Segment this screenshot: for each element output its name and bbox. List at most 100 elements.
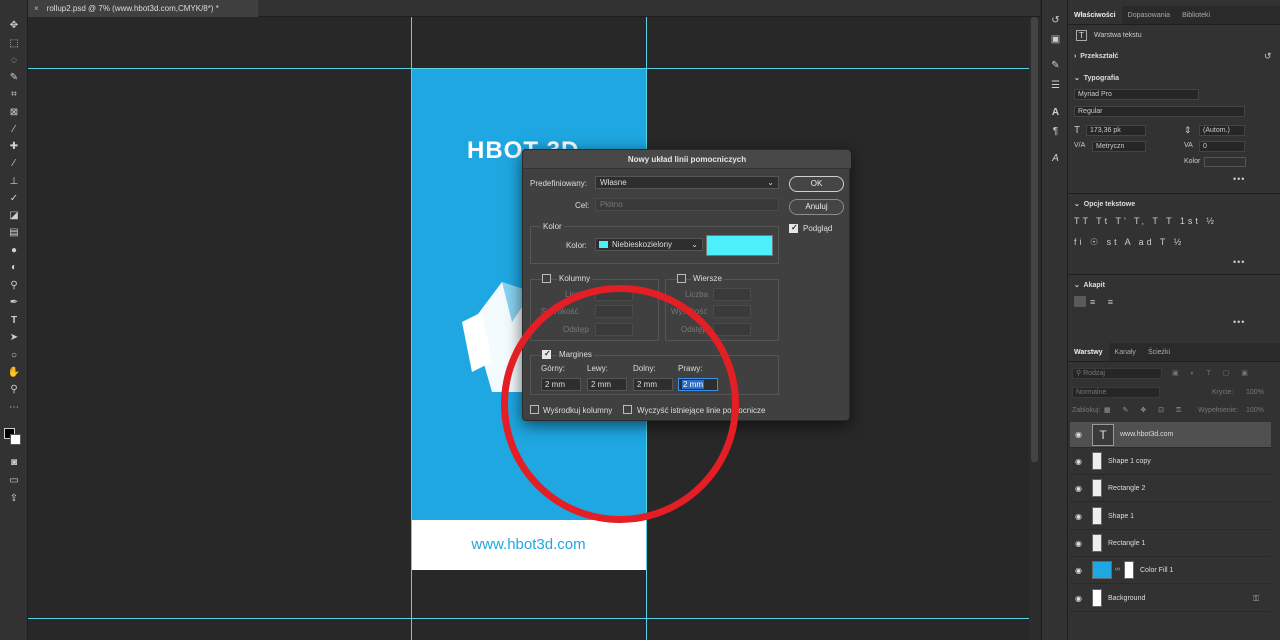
tab-channels[interactable]: Kanały	[1109, 343, 1142, 361]
comments-panel-icon[interactable]: ▣	[1048, 32, 1063, 47]
target-select[interactable]: Płótno	[595, 198, 779, 211]
path-select-tool-icon[interactable]: ➤	[5, 329, 23, 345]
rows-checkbox[interactable]	[677, 274, 686, 283]
lasso-tool-icon[interactable]: ◌	[5, 52, 23, 68]
rows-gutter-input[interactable]	[713, 323, 751, 336]
text-color-swatch[interactable]	[1204, 157, 1246, 167]
layer-row[interactable]: ◉ Rectangle 2	[1070, 476, 1271, 502]
typography-section[interactable]: ⌄ Typografia	[1074, 74, 1119, 82]
brush-settings-icon[interactable]: ✎	[1048, 58, 1063, 73]
screen-mode-icon[interactable]: ▭	[5, 472, 23, 488]
tab-layers[interactable]: Warstwy	[1068, 343, 1109, 361]
blur-tool-icon[interactable]: ●	[5, 242, 23, 258]
font-size-field[interactable]: 173,36 pk	[1086, 125, 1146, 136]
kerning-field[interactable]: Metryczn	[1092, 141, 1146, 152]
properties-tabs: Właściwości Dopasowania Biblioteki	[1068, 6, 1280, 25]
layer-filter-icons[interactable]: ▣ ◐ T ▢ ▣	[1172, 369, 1253, 377]
visibility-eye-icon[interactable]: ◉	[1075, 539, 1085, 548]
layer-row[interactable]: ◉ Shape 1	[1070, 504, 1271, 530]
rows-count-input[interactable]	[713, 288, 751, 301]
history-brush-icon[interactable]: ✓	[5, 190, 23, 206]
chevron-down-icon: ⌄	[767, 178, 774, 187]
typography-more-icon[interactable]: •••	[1233, 174, 1245, 184]
guide-horizontal-top[interactable]	[28, 68, 1029, 69]
text-style-buttons[interactable]: TT Tt T' T, T T 1st ½	[1074, 216, 1217, 226]
adjustments-icon[interactable]: ☰	[1048, 78, 1063, 93]
preset-select[interactable]: Własne ⌄	[595, 176, 779, 189]
share-icon[interactable]: ⇪	[5, 490, 23, 506]
lock-icons[interactable]: ▦ ✎ ✥ ⊡ ⚿	[1104, 406, 1186, 415]
guide-color-select[interactable]: Niebieskozielony ⌄	[595, 238, 703, 251]
close-tab-icon[interactable]: ×	[34, 4, 39, 13]
opacity-value[interactable]: 100%	[1246, 389, 1264, 396]
eyedropper-tool-icon[interactable]: ⁄	[5, 121, 23, 137]
guide-horizontal-bottom[interactable]	[28, 618, 1029, 619]
layer-row[interactable]: ◉ Background ⚿	[1070, 586, 1271, 612]
reset-icon[interactable]: ↺	[1264, 51, 1272, 62]
fill-value[interactable]: 100%	[1246, 407, 1264, 414]
eraser-tool-icon[interactable]: ◪	[5, 207, 23, 223]
glyphs-panel-icon[interactable]: A	[1048, 151, 1063, 166]
type-tool-icon[interactable]: T	[5, 312, 23, 328]
text-options-section[interactable]: ⌄ Opcje tekstowe	[1074, 200, 1135, 208]
leading-field[interactable]: (Autom.)	[1199, 125, 1245, 136]
tab-properties[interactable]: Właściwości	[1068, 6, 1122, 24]
document-tab[interactable]: × rollup2.psd @ 7% (www.hbot3d.com,CMYK/…	[28, 0, 258, 17]
visibility-eye-icon[interactable]: ◉	[1075, 594, 1085, 603]
layer-row[interactable]: ◉ ∞ Color Fill 1	[1070, 558, 1271, 584]
brush-tool-icon[interactable]: ∕	[5, 155, 23, 171]
move-tool-icon[interactable]: ✥	[5, 17, 23, 33]
paragraph-panel-icon[interactable]: ¶	[1048, 124, 1063, 139]
gradient-tool-icon[interactable]: ▤	[5, 224, 23, 240]
visibility-eye-icon[interactable]: ◉	[1075, 512, 1085, 521]
more-tools-icon[interactable]: ⋯	[5, 399, 23, 415]
visibility-eye-icon[interactable]: ◉	[1075, 566, 1085, 575]
zoom-tool-icon[interactable]: ⚲	[5, 381, 23, 397]
visibility-eye-icon[interactable]: ◉	[1075, 457, 1085, 466]
guide-vertical-left[interactable]	[411, 17, 412, 640]
quick-mask-icon[interactable]: ◙	[5, 454, 23, 470]
paragraph-more-icon[interactable]: •••	[1233, 317, 1245, 327]
layer-row[interactable]: ◉ Shape 1 copy	[1070, 449, 1271, 475]
blend-mode-select[interactable]: Normalne	[1072, 387, 1160, 398]
align-left-icon[interactable]	[1074, 296, 1086, 307]
tracking-field[interactable]: 0	[1199, 141, 1245, 152]
paragraph-section[interactable]: ⌄ Akapit	[1074, 281, 1105, 289]
hand-tool-icon[interactable]: ✋	[5, 364, 23, 380]
columns-checkbox[interactable]	[542, 274, 551, 283]
tab-paths[interactable]: Ścieżki	[1142, 343, 1176, 361]
font-style-select[interactable]: Regular	[1074, 106, 1245, 117]
frame-tool-icon[interactable]: ⊠	[5, 104, 23, 120]
magnify-tool-icon[interactable]: ⚲	[5, 277, 23, 293]
quick-select-tool-icon[interactable]: ✎	[5, 69, 23, 85]
align-buttons[interactable]: ≡ ≡	[1090, 297, 1118, 307]
crop-tool-icon[interactable]: ⌗	[5, 86, 23, 102]
text-options-more-icon[interactable]: •••	[1233, 257, 1245, 267]
tab-libraries[interactable]: Biblioteki	[1176, 6, 1216, 24]
history-panel-icon[interactable]: ↺	[1048, 13, 1063, 28]
tab-adjustments[interactable]: Dopasowania	[1122, 6, 1176, 24]
marquee-tool-icon[interactable]: ⬚	[5, 35, 23, 51]
cancel-button[interactable]: Anuluj	[789, 199, 844, 215]
rows-height-input[interactable]	[713, 305, 751, 318]
layer-row[interactable]: ◉ Rectangle 1	[1070, 531, 1271, 557]
dodge-tool-icon[interactable]: ◐	[5, 259, 23, 275]
ok-button[interactable]: OK	[789, 176, 844, 192]
background-color-swatch[interactable]	[10, 434, 21, 445]
character-panel-icon[interactable]: A	[1048, 105, 1063, 120]
canvas-scroll-thumb[interactable]	[1031, 17, 1038, 462]
preview-checkbox[interactable]	[789, 223, 798, 233]
link-icon[interactable]: ∞	[1115, 566, 1120, 573]
shape-tool-icon[interactable]: ○	[5, 347, 23, 363]
transform-section[interactable]: › Przekształć	[1074, 53, 1118, 60]
layer-row[interactable]: ◉ T www.hbot3d.com	[1070, 422, 1271, 448]
layer-filter-select[interactable]: ⚲ Rodzaj	[1072, 368, 1162, 379]
stamp-tool-icon[interactable]: ⊥	[5, 173, 23, 189]
visibility-eye-icon[interactable]: ◉	[1075, 430, 1085, 439]
visibility-eye-icon[interactable]: ◉	[1075, 484, 1085, 493]
healing-brush-icon[interactable]: ✚	[5, 138, 23, 154]
font-family-select[interactable]: Myriad Pro	[1074, 89, 1199, 100]
opentype-buttons[interactable]: fi ☉ st A ad T ½	[1074, 237, 1184, 248]
pen-tool-icon[interactable]: ✒	[5, 294, 23, 310]
guide-color-swatch[interactable]	[706, 235, 773, 256]
